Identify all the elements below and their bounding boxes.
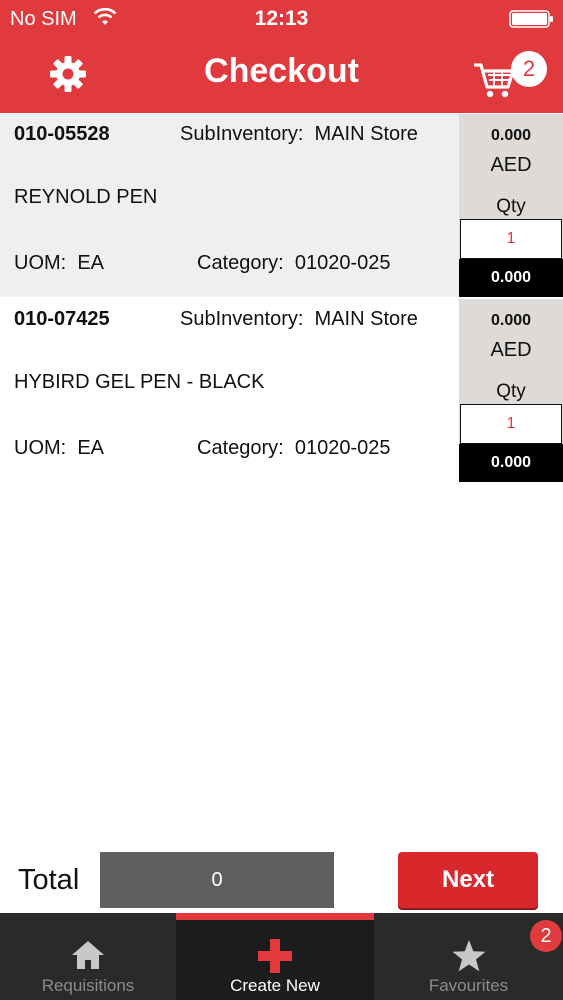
checkout-screen: No SIM 12:13 Checkout 2 010-05528 SubInv… xyxy=(0,0,563,1000)
price-panel: 0.000 AED Qty 1 0.000 xyxy=(459,299,563,482)
currency-label: AED xyxy=(490,339,532,361)
quantity-input[interactable]: 1 xyxy=(460,219,562,259)
price-panel: 0.000 AED Qty 1 0.000 xyxy=(459,114,563,297)
item-name: REYNOLD PEN xyxy=(14,186,158,208)
clock: 12:13 xyxy=(254,7,309,30)
tab-create-new[interactable]: Create New xyxy=(176,913,374,1000)
uom-label: UOM: xyxy=(14,252,67,274)
star-icon xyxy=(452,940,485,972)
cart-count-badge: 2 xyxy=(511,51,547,87)
item-category: Category: 01020-025 xyxy=(197,437,391,460)
cart-item[interactable]: 010-07425 SubInventory: MAIN Store HYBIR… xyxy=(0,299,563,482)
uom-value: EA xyxy=(77,437,105,459)
plus-icon xyxy=(258,939,292,973)
uom-value: EA xyxy=(77,252,105,274)
subinventory-label: SubInventory: xyxy=(180,308,304,330)
battery-icon xyxy=(509,10,553,28)
item-category: Category: 01020-025 xyxy=(197,252,391,275)
item-uom: UOM: EA xyxy=(14,437,104,460)
next-button[interactable]: Next xyxy=(398,852,538,908)
category-value: 01020-025 xyxy=(294,252,391,274)
cart-item[interactable]: 010-05528 SubInventory: MAIN Store REYNO… xyxy=(0,114,563,297)
currency-label: AED xyxy=(490,154,532,176)
category-label: Category: xyxy=(197,252,284,274)
cart-icon[interactable] xyxy=(472,60,516,100)
tab-label: Create New xyxy=(230,976,320,995)
tab-bar: Requisitions Create New Favourites xyxy=(0,913,563,1000)
category-label: Category: xyxy=(197,437,284,459)
item-code: 010-07425 xyxy=(14,308,110,330)
unit-price: 0.000 xyxy=(490,312,532,329)
quantity-input[interactable]: 1 xyxy=(460,404,562,444)
favourites-badge: 2 xyxy=(530,920,562,952)
category-value: 01020-025 xyxy=(294,437,391,459)
tab-label: Favourites xyxy=(428,976,509,995)
status-bar: No SIM 12:13 xyxy=(0,0,563,38)
item-code: 010-05528 xyxy=(14,123,110,145)
total-label: Total xyxy=(18,864,80,896)
item-subinventory: SubInventory: MAIN Store xyxy=(180,123,418,146)
line-total: 0.000 xyxy=(459,444,563,482)
active-tab-indicator xyxy=(176,913,374,920)
qty-label: Qty xyxy=(496,196,526,217)
tab-label: Requisitions xyxy=(41,976,135,995)
item-name: HYBIRD GEL PEN - BLACK xyxy=(14,371,265,393)
uom-label: UOM: xyxy=(14,437,67,459)
unit-price: 0.000 xyxy=(490,127,532,144)
line-total: 0.000 xyxy=(459,259,563,297)
item-subinventory: SubInventory: MAIN Store xyxy=(180,308,418,331)
item-uom: UOM: EA xyxy=(14,252,104,275)
subinventory-value: MAIN Store xyxy=(314,308,418,330)
header: No SIM 12:13 Checkout 2 xyxy=(0,0,563,113)
subinventory-label: SubInventory: xyxy=(180,123,304,145)
subinventory-value: MAIN Store xyxy=(314,123,418,145)
qty-label: Qty xyxy=(496,381,526,402)
total-value: 0 xyxy=(100,852,334,908)
home-icon xyxy=(72,941,104,969)
tab-requisitions[interactable]: Requisitions xyxy=(0,913,176,1000)
